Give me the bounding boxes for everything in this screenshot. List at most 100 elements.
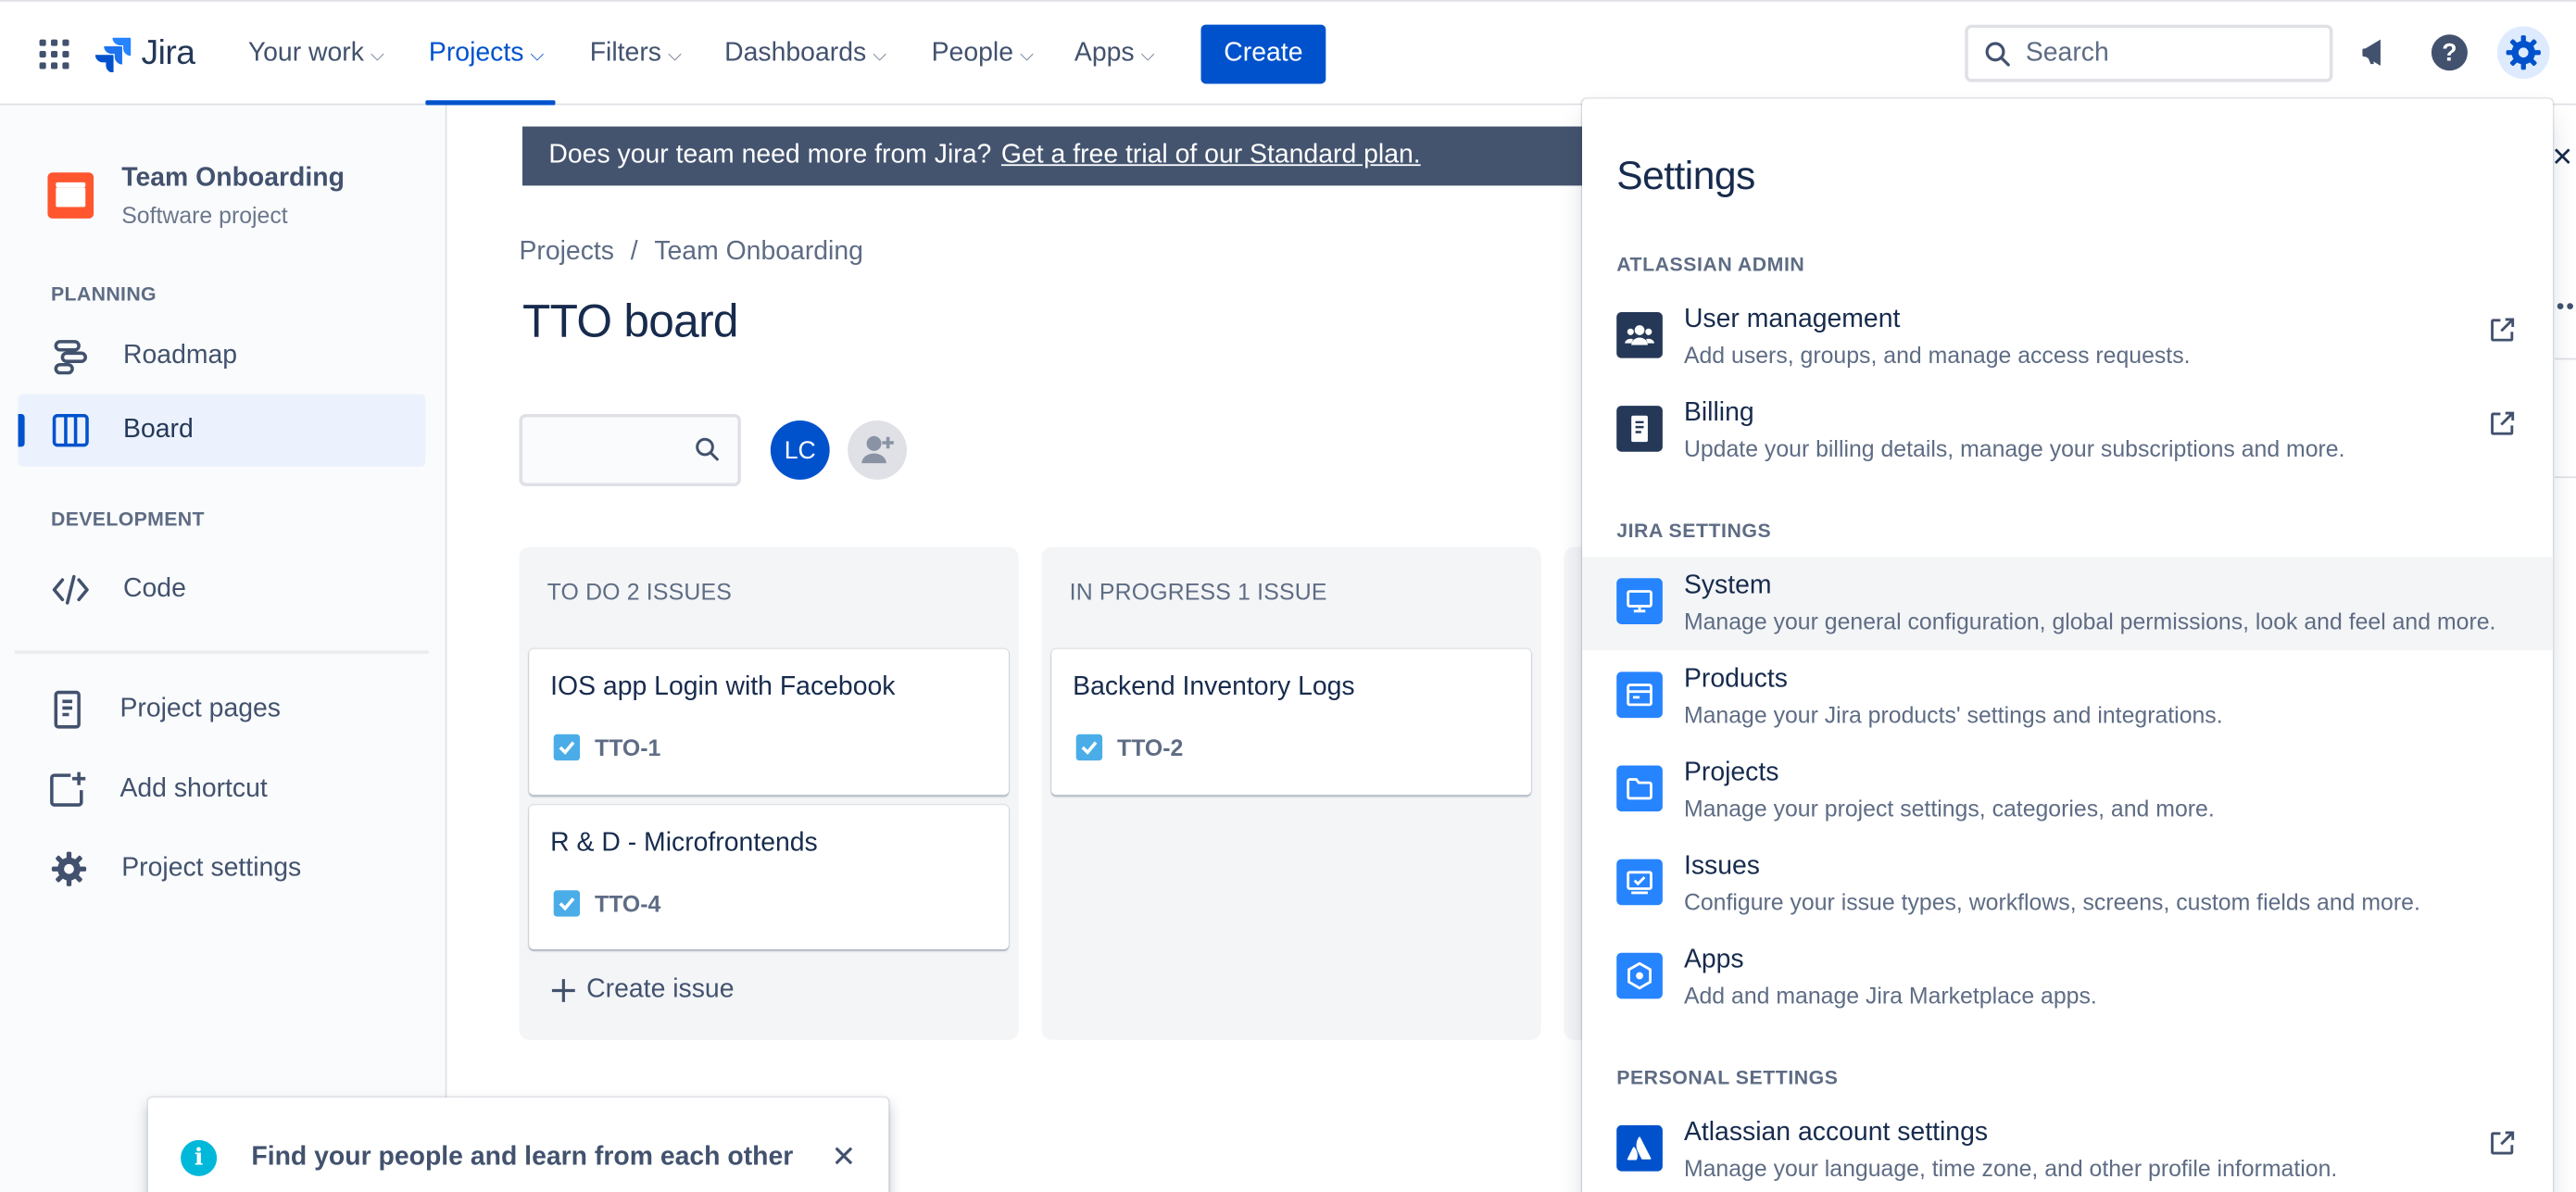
nav-label: Apps <box>1074 39 1135 68</box>
settings-item-title: Products <box>1683 665 1788 694</box>
project-type: Software project <box>121 202 288 229</box>
avatar[interactable]: LC <box>770 420 830 480</box>
issue-title: IOS app Login with Facebook <box>550 673 896 702</box>
create-button[interactable]: Create <box>1200 24 1326 84</box>
settings-item-apps[interactable]: Apps Add and manage Jira Marketplace app… <box>1582 932 2553 1025</box>
sidebar-item-label: Board <box>123 415 194 444</box>
sidebar-item-board[interactable]: Board <box>18 394 426 467</box>
nav-dashboards[interactable]: Dashboards ⌵ <box>724 34 886 74</box>
plus-icon <box>551 979 575 1002</box>
create-issue-button[interactable]: Create issue <box>550 976 734 1006</box>
settings-item-description: Add and manage Jira Marketplace apps. <box>1683 982 2097 1009</box>
more-icon[interactable]: •• <box>2557 293 2576 319</box>
settings-item-title: Atlassian account settings <box>1683 1118 1989 1147</box>
settings-item-title: Billing <box>1683 398 1754 428</box>
roadmap-icon <box>51 337 91 377</box>
sidebar-divider <box>14 650 429 654</box>
sidebar-item-roadmap[interactable]: Roadmap <box>19 320 426 393</box>
nav-filters[interactable]: Filters ⌵ <box>590 34 682 74</box>
column-header: TO DO 2 ISSUES <box>547 578 732 605</box>
help-icon[interactable]: ? <box>2427 30 2473 76</box>
banner-close-icon[interactable]: ✕ <box>2551 142 2573 174</box>
settings-item-user-management[interactable]: User management Add users, groups, and m… <box>1582 291 2553 384</box>
chevron-down-icon: ⌵ <box>873 44 887 66</box>
chevron-down-icon: ⌵ <box>371 44 384 66</box>
settings-title: Settings <box>1616 154 1755 199</box>
settings-item-description: Add users, groups, and manage access req… <box>1683 341 2191 369</box>
issue-card[interactable]: Backend Inventory Logs TTO-2 <box>1051 648 1531 796</box>
monitor-icon <box>1616 578 1663 624</box>
breadcrumb-project-link[interactable]: Team Onboarding <box>654 238 863 268</box>
breadcrumb-projects-link[interactable]: Projects <box>519 238 614 268</box>
gear-icon <box>2506 35 2541 70</box>
nav-label: Your work <box>247 39 364 68</box>
nav-your-work[interactable]: Your work ⌵ <box>248 34 384 74</box>
settings-item-description: Manage your general configuration, globa… <box>1683 608 2496 634</box>
chevron-down-icon: ⌵ <box>530 44 545 66</box>
app-name: Jira <box>141 34 195 73</box>
flag-message[interactable]: Find your people and learn from each oth… <box>251 1143 793 1173</box>
settings-item-title: Apps <box>1683 946 1744 974</box>
settings-item-projects[interactable]: Projects Manage your project settings, c… <box>1582 744 2553 837</box>
task-checkbox-icon <box>1075 734 1103 761</box>
settings-item-title: Projects <box>1683 759 1779 787</box>
gear-icon <box>49 849 89 889</box>
issue-card[interactable]: IOS app Login with Facebook TTO-1 <box>529 648 1009 796</box>
sidebar-item-label: Add shortcut <box>119 775 268 804</box>
sidebar-item-add-shortcut[interactable]: Add shortcut <box>19 754 426 826</box>
page-title: TTO board <box>522 295 739 347</box>
settings-item-description: Manage your language, time zone, and oth… <box>1683 1154 2338 1182</box>
board-search-input[interactable] <box>519 413 741 486</box>
external-link-icon <box>2489 1130 2515 1164</box>
nav-people[interactable]: People ⌵ <box>932 34 1034 74</box>
search-input[interactable] <box>2025 38 2306 69</box>
jira-logo[interactable]: Jira <box>94 34 195 74</box>
question-icon: ? <box>2431 34 2468 71</box>
nav-projects[interactable]: Projects ⌵ <box>429 34 544 74</box>
board-icon <box>51 410 91 450</box>
sidebar-item-project-pages[interactable]: Project pages <box>19 673 426 746</box>
add-people-button[interactable] <box>848 420 908 480</box>
sidebar-item-project-settings[interactable]: Project settings <box>19 833 426 905</box>
banner-trial-link[interactable]: Get a free trial of our Standard plan. <box>1001 142 1421 171</box>
settings-item-products[interactable]: Products Manage your Jira products' sett… <box>1582 650 2553 744</box>
top-navigation: Jira Your work ⌵ Projects ⌵ Filters ⌵ Dashb… <box>0 0 2576 106</box>
app-switcher-icon[interactable] <box>39 39 69 69</box>
settings-item-description: Configure your issue types, workflows, s… <box>1683 888 2420 915</box>
banner-text: Does your team need more from Jira? <box>548 141 992 169</box>
issue-key: TTO-4 <box>595 890 661 917</box>
issue-card[interactable]: R & D - Microfrontends TTO-4 <box>529 805 1009 950</box>
section-label-personal-settings: PERSONAL SETTINGS <box>1616 1066 1839 1089</box>
nav-apps[interactable]: Apps ⌵ <box>1074 34 1155 74</box>
settings-item-atlassian-account[interactable]: Atlassian account settings Manage your l… <box>1582 1104 2553 1192</box>
close-icon[interactable]: ✕ <box>831 1140 856 1174</box>
issue-title: R & D - Microfrontends <box>550 829 818 858</box>
settings-item-billing[interactable]: Billing Update your billing details, man… <box>1582 384 2553 478</box>
sidebar-item-code[interactable]: Code <box>19 554 426 626</box>
apps-icon <box>1616 952 1663 999</box>
nav-label: Projects <box>428 39 524 68</box>
settings-item-description: Update your billing details, manage your… <box>1683 435 2345 462</box>
project-name[interactable]: Team Onboarding <box>121 164 345 194</box>
search-box[interactable] <box>1965 24 2333 82</box>
add-person-icon <box>861 435 894 464</box>
nav-label: People <box>931 39 1014 68</box>
chevron-down-icon: ⌵ <box>1140 44 1155 66</box>
task-checkbox-icon <box>553 734 581 761</box>
folder-icon <box>1616 765 1663 812</box>
users-icon <box>1616 311 1663 358</box>
external-link-icon <box>2489 410 2515 445</box>
chevron-down-icon: ⌵ <box>668 44 682 66</box>
divider <box>2554 476 2576 479</box>
search-icon <box>695 437 720 470</box>
products-icon <box>1616 671 1663 719</box>
atlassian-icon <box>1616 1124 1663 1172</box>
issue-key: TTO-1 <box>595 734 661 761</box>
notifications-icon[interactable] <box>2353 30 2399 76</box>
settings-item-system[interactable]: System Manage your general configuration… <box>1581 557 2554 651</box>
search-icon <box>1985 41 2010 66</box>
settings-item-description: Manage your project settings, categories… <box>1683 795 2215 822</box>
settings-item-issues[interactable]: Issues Configure your issue types, workf… <box>1582 838 2553 932</box>
breadcrumb-separator: / <box>630 238 638 267</box>
settings-gear-button[interactable] <box>2496 26 2550 80</box>
